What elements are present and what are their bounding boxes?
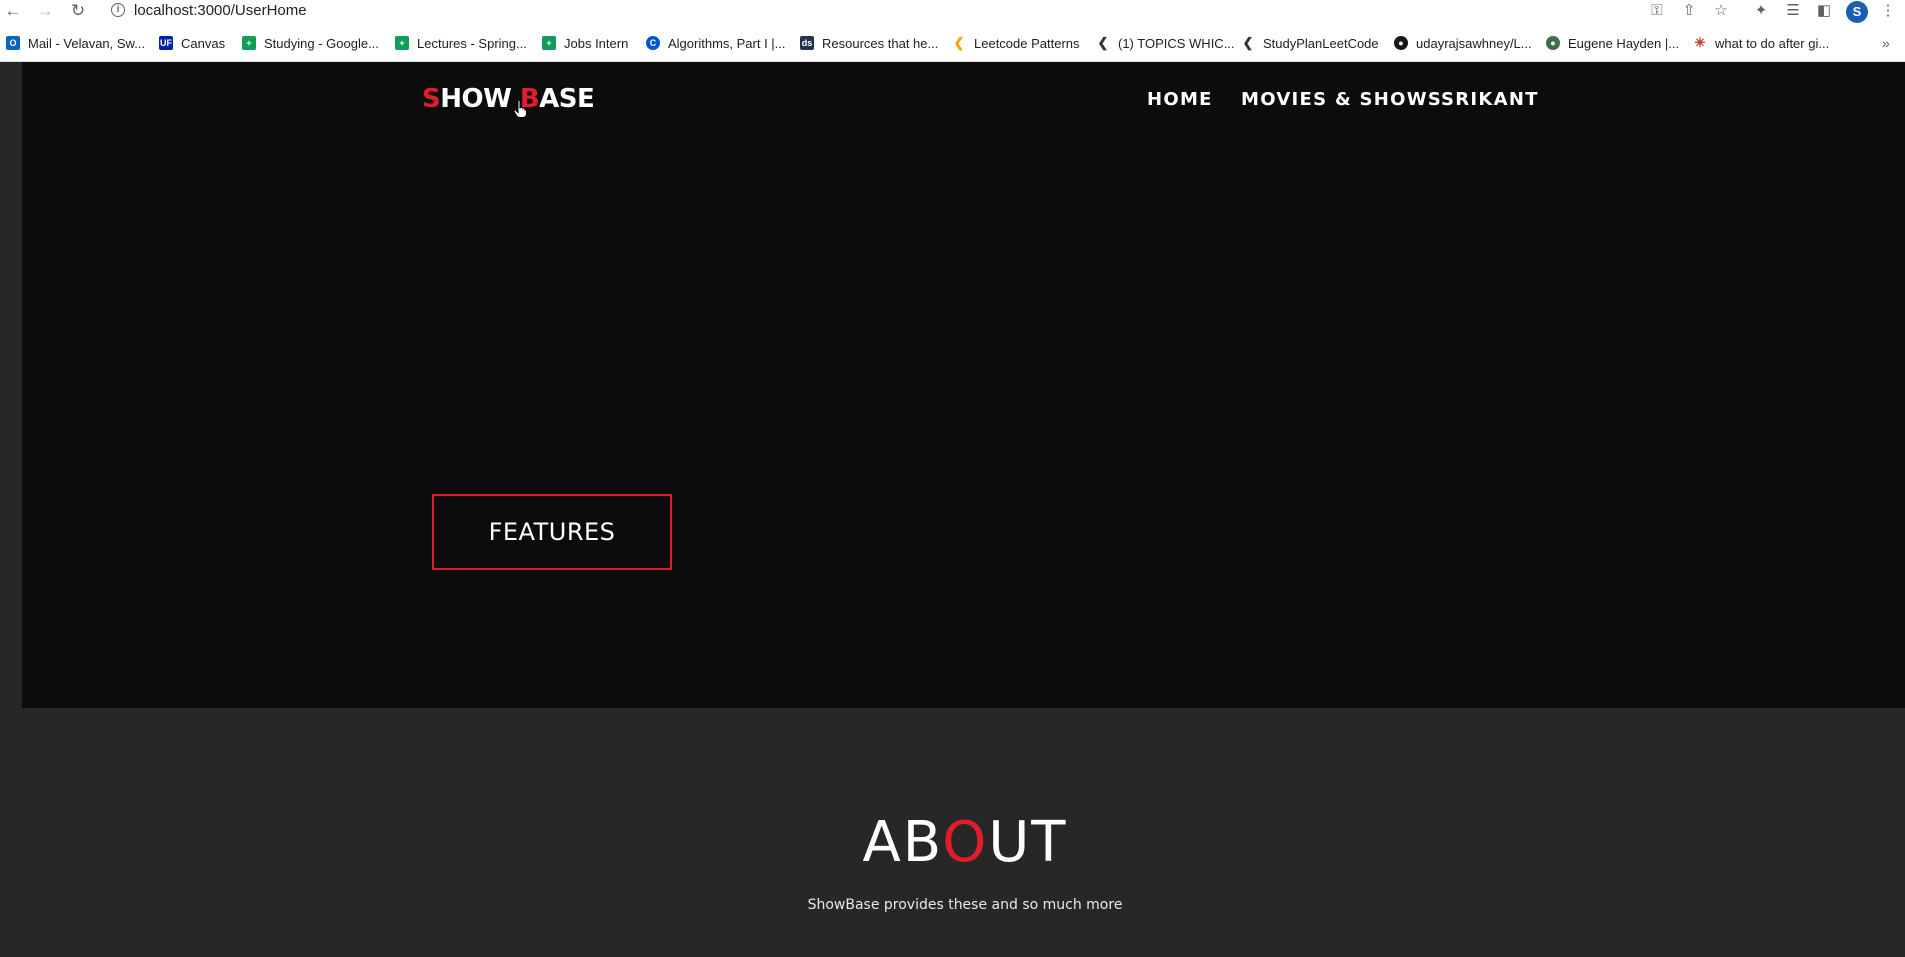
hand-cursor-icon: [513, 100, 527, 118]
bookmark-item[interactable]: O Mail - Velavan, Sw...: [6, 32, 145, 54]
nav-user-link[interactable]: SRIKANT: [1441, 89, 1539, 110]
bookmark-item[interactable]: ● Eugene Hayden |...: [1546, 32, 1679, 54]
page-body: SHOW BASE HOME MOVIES & SHOWS SRIKANT FE…: [0, 62, 1905, 957]
profile-avatar[interactable]: S: [1846, 1, 1868, 23]
leetcode-icon: ❮: [1097, 35, 1109, 50]
sparkle-icon: ✳: [1694, 35, 1706, 50]
bookmark-item[interactable]: ❮ (1) TOPICS WHIC...: [1096, 32, 1235, 54]
bookmark-item[interactable]: C Algorithms, Part I |...: [646, 32, 786, 54]
key-icon[interactable]: ⚿: [1647, 1, 1667, 21]
github-icon: ●: [1394, 36, 1408, 50]
uf-icon: UF: [159, 36, 173, 50]
media-icon[interactable]: ☰: [1783, 1, 1803, 21]
profile-icon: ●: [1546, 36, 1560, 50]
address-bar-row: ← → ↻ i localhost:3000/UserHome ⚿ ⇧ ☆ ✦ …: [0, 0, 1905, 23]
star-icon[interactable]: ☆: [1711, 1, 1731, 21]
sheets-icon: +: [395, 36, 409, 50]
coursera-icon: C: [646, 36, 660, 50]
sheets-icon: +: [242, 36, 256, 50]
bookmark-item[interactable]: ❮ StudyPlanLeetCode: [1241, 32, 1379, 54]
leetcode-icon: ❮: [953, 35, 965, 50]
browser-chrome: ← → ↻ i localhost:3000/UserHome ⚿ ⇧ ☆ ✦ …: [0, 0, 1905, 62]
nav-home-link[interactable]: HOME: [1147, 89, 1213, 110]
features-button[interactable]: FEATURES: [432, 494, 672, 570]
bookmark-item[interactable]: ● udayrajsawhney/L...: [1394, 32, 1532, 54]
share-icon[interactable]: ⇧: [1679, 1, 1699, 21]
site-icon: ds: [800, 36, 814, 50]
hero-section: SHOW BASE HOME MOVIES & SHOWS SRIKANT FE…: [22, 62, 1905, 708]
bookmark-item[interactable]: + Lectures - Spring...: [395, 32, 527, 54]
site-logo[interactable]: SHOW BASE: [422, 84, 595, 114]
bookmark-item[interactable]: ✳ what to do after gi...: [1693, 32, 1830, 54]
side-panel-icon[interactable]: ◧: [1814, 1, 1834, 21]
sheets-icon: +: [542, 36, 556, 50]
nav-movies-shows-link[interactable]: MOVIES & SHOWS: [1241, 89, 1442, 110]
bookmark-item[interactable]: ❮ Leetcode Patterns: [952, 32, 1080, 54]
leetcode-icon: ❮: [1242, 35, 1254, 50]
bookmarks-bar: O Mail - Velavan, Sw... UF Canvas + Stud…: [0, 32, 1905, 54]
bookmark-item[interactable]: + Studying - Google...: [242, 32, 379, 54]
menu-icon[interactable]: ⋮: [1878, 1, 1898, 21]
bookmark-item[interactable]: + Jobs Intern: [542, 32, 628, 54]
forward-icon[interactable]: →: [35, 1, 55, 21]
reload-icon[interactable]: ↻: [68, 1, 88, 21]
extensions-icon[interactable]: ✦: [1751, 1, 1771, 21]
outlook-icon: O: [6, 36, 20, 50]
about-subtitle: ShowBase provides these and so much more: [807, 897, 1123, 913]
bookmarks-overflow-icon[interactable]: »: [1882, 32, 1890, 54]
bookmark-item[interactable]: ds Resources that he...: [800, 32, 938, 54]
about-title: ABOUT: [862, 810, 1068, 875]
bookmark-item[interactable]: UF Canvas: [159, 32, 225, 54]
back-icon[interactable]: ←: [3, 1, 23, 21]
url-field[interactable]: localhost:3000/UserHome: [134, 2, 307, 20]
site-info-icon[interactable]: i: [111, 3, 125, 17]
